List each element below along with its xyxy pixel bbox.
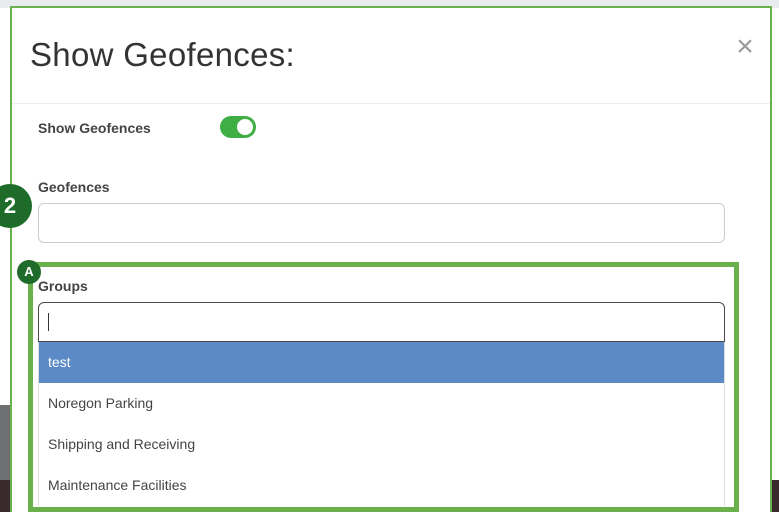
screenshot-stage: Show Geofences: × Show Geofences Geofenc… <box>0 0 779 512</box>
dropdown-option-shipping-and-receiving[interactable]: Shipping and Receiving <box>39 424 724 465</box>
dropdown-option-test[interactable]: test <box>39 342 724 383</box>
groups-label: Groups <box>38 278 88 294</box>
groups-search-input[interactable] <box>38 302 725 342</box>
groups-dropdown: test Noregon Parking Shipping and Receiv… <box>38 342 725 506</box>
geofences-label: Geofences <box>38 179 110 195</box>
text-caret <box>48 313 49 331</box>
geofences-input[interactable] <box>38 203 725 243</box>
close-icon[interactable]: × <box>730 32 760 62</box>
section-letter-badge: A <box>17 260 41 284</box>
modal-title: Show Geofences: <box>30 36 295 73</box>
dropdown-option-noregon-parking[interactable]: Noregon Parking <box>39 383 724 424</box>
show-geofences-label: Show Geofences <box>38 120 151 136</box>
modal-header: Show Geofences: × <box>12 8 770 104</box>
show-geofences-toggle[interactable] <box>220 116 256 138</box>
dropdown-option-maintenance-facilities[interactable]: Maintenance Facilities <box>39 465 724 506</box>
toggle-knob <box>237 119 253 135</box>
